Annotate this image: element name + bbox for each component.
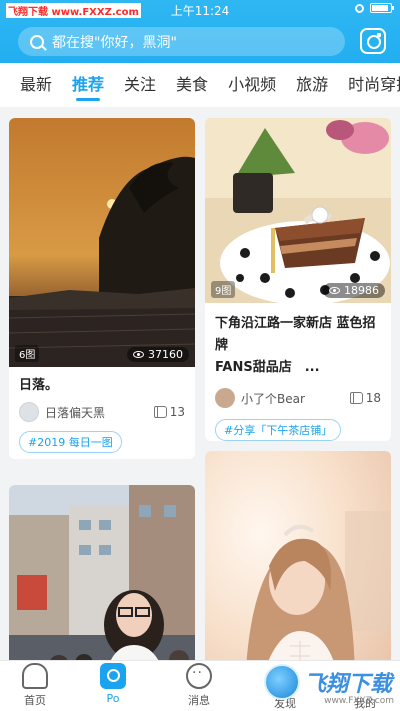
tab-food[interactable]: 美食 — [166, 63, 218, 107]
photo-count-badge: 6图 — [15, 345, 40, 362]
sunset-photo — [9, 118, 195, 367]
photo-count-badge: 9图 — [211, 281, 236, 298]
nav-home[interactable]: 首页 — [0, 663, 70, 708]
po-icon — [100, 663, 126, 689]
avatar[interactable] — [215, 388, 235, 408]
tab-following[interactable]: 关注 — [114, 63, 166, 107]
post-card-portrait[interactable] — [205, 451, 391, 660]
like-count: 13 — [169, 405, 185, 419]
topic-tag[interactable]: #分享「下午茶店铺」 — [215, 419, 342, 441]
post-title: 日落。 — [19, 378, 59, 393]
eye-icon — [133, 351, 144, 358]
tab-travel[interactable]: 旅游 — [286, 63, 338, 107]
post-meta: 日落偏天黑 13 — [9, 397, 195, 427]
app-header: 飞翔下载 www.FXXZ.com 上午11:24 都在搜"你好，黑洞" — [0, 0, 400, 63]
search-placeholder: 都在搜"你好，黑洞" — [52, 34, 177, 51]
search-bar[interactable]: 都在搜"你好，黑洞" — [18, 27, 345, 56]
post-title-line-2: FANS甜品店 ... — [215, 360, 320, 375]
status-bar: 飞翔下载 www.FXXZ.com 上午11:24 — [0, 0, 400, 20]
post-image-cake[interactable]: 9图 18986 — [205, 118, 391, 305]
post-meta: 小了个Bear 18 — [205, 383, 391, 413]
like-button[interactable]: 13 — [153, 405, 185, 419]
feed: 6图 37160 日落。 日落偏天黑 13 #2019 每日一图 9图 1898… — [0, 107, 400, 660]
view-count: 37160 — [127, 347, 189, 362]
bottom-nav: 首页 Po 消息 发现 我的 飞翔下载 www.FXXZ.com — [0, 660, 400, 711]
thumbs-up-icon — [153, 405, 167, 418]
message-icon — [186, 663, 212, 689]
nav-messages-label: 消息 — [188, 694, 210, 707]
author-name[interactable]: 日落偏天黑 — [45, 404, 154, 421]
tab-recommend[interactable]: 推荐 — [62, 63, 114, 107]
street-photo — [9, 485, 195, 660]
like-count: 18 — [365, 391, 381, 405]
battery-icon — [370, 3, 394, 13]
cake-photo — [205, 118, 391, 305]
like-button[interactable]: 18 — [349, 391, 381, 405]
scan-icon[interactable] — [360, 28, 386, 54]
eye-icon — [329, 287, 340, 294]
tab-short-video[interactable]: 小视频 — [218, 63, 286, 107]
thumbs-up-icon — [349, 391, 363, 404]
nav-messages[interactable]: 消息 — [164, 663, 234, 708]
tab-latest[interactable]: 最新 — [0, 63, 62, 107]
category-tabs: 最新 推荐 关注 美食 小视频 旅游 时尚穿搭 — [0, 63, 400, 107]
post-image-sunset[interactable]: 6图 37160 — [9, 118, 195, 367]
status-icons — [355, 3, 394, 13]
portrait-photo — [205, 451, 391, 660]
view-count-value: 18986 — [344, 284, 379, 297]
tab-fashion[interactable]: 时尚穿搭 — [338, 63, 400, 107]
watermark-logo: 飞翔下载 — [263, 664, 392, 700]
nav-po-label: Po — [106, 692, 120, 705]
nav-po[interactable]: Po — [78, 663, 148, 705]
watermark-text: 飞翔下载 — [303, 672, 392, 697]
search-icon — [30, 34, 44, 49]
author-name[interactable]: 小了个Bear — [241, 390, 350, 407]
nav-home-label: 首页 — [24, 694, 46, 707]
status-time: 上午11:24 — [170, 4, 230, 18]
view-count: 18986 — [323, 283, 385, 298]
view-count-value: 37160 — [148, 348, 183, 361]
watermark-url: www.FXXZ.com — [324, 696, 394, 706]
post-title-line-1: 下角沿江路一家新店 蓝色招牌 — [215, 316, 376, 353]
avatar[interactable] — [19, 402, 39, 422]
brand-icon — [263, 664, 300, 700]
post-card-sunset[interactable]: 6图 37160 日落。 日落偏天黑 13 #2019 每日一图 — [9, 118, 195, 459]
location-icon — [355, 3, 364, 13]
topic-tag[interactable]: #2019 每日一图 — [19, 431, 122, 453]
post-card-cake[interactable]: 9图 18986 下角沿江路一家新店 蓝色招牌 FANS甜品店 ... 小了个B… — [205, 118, 391, 441]
post-card-street[interactable] — [9, 485, 195, 660]
home-icon — [22, 663, 48, 689]
